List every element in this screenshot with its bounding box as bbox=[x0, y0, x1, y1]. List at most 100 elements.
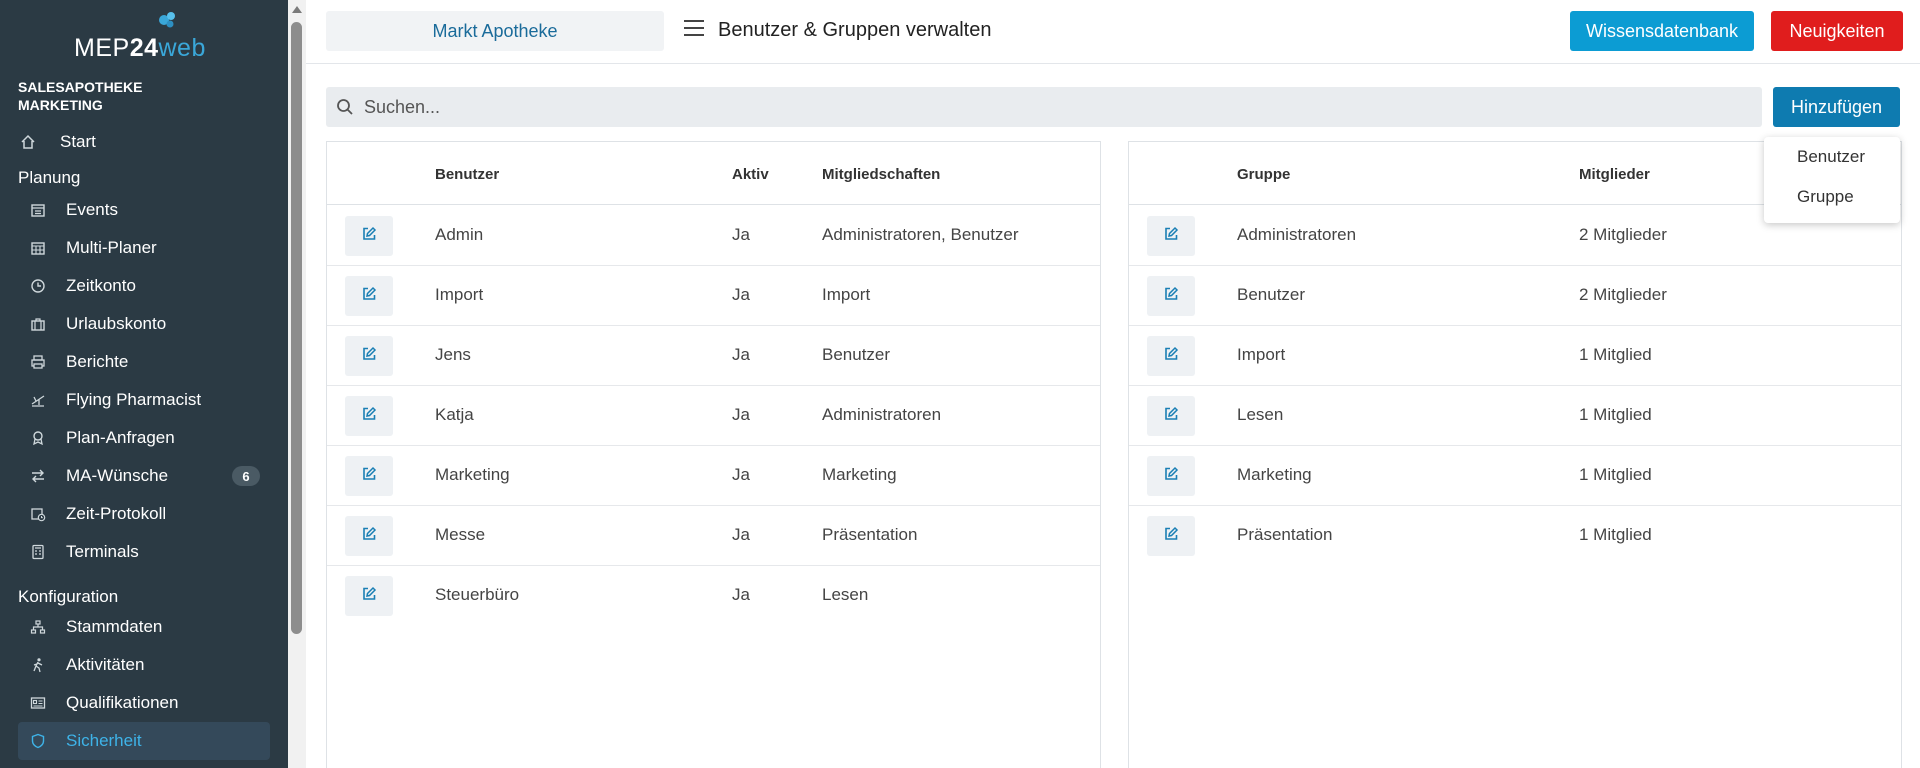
edit-button[interactable] bbox=[345, 276, 393, 316]
sidebar-item-urlaubskonto[interactable]: Urlaubskonto bbox=[18, 305, 270, 343]
sidebar-item-label: Aktivitäten bbox=[66, 655, 145, 674]
award-icon bbox=[28, 428, 48, 448]
table-cell: Lesen bbox=[822, 585, 869, 604]
edit-button[interactable] bbox=[345, 576, 393, 616]
edit-button[interactable] bbox=[345, 396, 393, 436]
sidebar-item-aktivitaeten[interactable]: Aktivitäten bbox=[18, 646, 270, 684]
page-title: Benutzer & Gruppen verwalten bbox=[718, 19, 992, 41]
sidebar-item-stammdaten[interactable]: Stammdaten bbox=[18, 608, 270, 646]
column-header-benutzer[interactable]: Benutzer bbox=[435, 166, 499, 183]
edit-button[interactable] bbox=[345, 456, 393, 496]
table-row[interactable]: Messe Ja Präsentation bbox=[327, 506, 1100, 566]
table-cell: 1 Mitglied bbox=[1579, 405, 1652, 424]
menu-toggle-icon[interactable] bbox=[684, 20, 704, 36]
table-cell: Benutzer bbox=[1237, 285, 1306, 304]
table-row[interactable]: Steuerbüro Ja Lesen bbox=[327, 566, 1100, 626]
sidebar: MEP24web SALESAPOTHEKE MARKETING Start P… bbox=[0, 0, 288, 768]
table-cell: Präsentation bbox=[1237, 525, 1333, 544]
edit-button[interactable] bbox=[1147, 516, 1195, 556]
sidebar-item-label: Sicherheit bbox=[66, 731, 142, 750]
table-cell: 2 Mitglieder bbox=[1579, 285, 1667, 304]
sidebar-item-ma-wuensche[interactable]: MA-Wünsche 6 bbox=[18, 457, 270, 495]
edit-icon bbox=[361, 346, 377, 367]
clock-icon bbox=[28, 276, 48, 296]
table-row[interactable]: Jens Ja Benutzer bbox=[327, 326, 1100, 386]
edit-icon bbox=[361, 466, 377, 487]
sidebar-item-start[interactable]: Start bbox=[18, 123, 270, 161]
wissensdatenbank-button[interactable]: Wissensdatenbank bbox=[1570, 11, 1754, 51]
column-header-mitglieder[interactable]: Mitglieder bbox=[1579, 166, 1650, 183]
table-row[interactable]: Import Ja Import bbox=[327, 266, 1100, 326]
dropdown-item-benutzer[interactable]: Benutzer bbox=[1797, 147, 1865, 167]
hierarchy-icon bbox=[28, 617, 48, 637]
sidebar-item-label: Zeit-Protokoll bbox=[66, 504, 167, 523]
sidebar-section-title: Konfiguration bbox=[18, 587, 119, 606]
table-row[interactable]: Lesen 1 Mitglied bbox=[1129, 386, 1901, 446]
table-cell: Import bbox=[822, 285, 871, 304]
edit-button[interactable] bbox=[345, 516, 393, 556]
calendar-grid-icon bbox=[28, 238, 48, 258]
sidebar-item-label: Plan-Anfragen bbox=[66, 428, 175, 447]
app-logo[interactable]: MEP24web bbox=[74, 10, 216, 62]
search-input[interactable] bbox=[364, 96, 1744, 118]
table-header: Benutzer Aktiv Mitgliedschaften bbox=[327, 142, 1100, 205]
table-cell: Ja bbox=[732, 405, 750, 424]
dropdown-item-gruppe[interactable]: Gruppe bbox=[1797, 187, 1854, 207]
edit-icon bbox=[361, 286, 377, 307]
table-row[interactable]: Marketing Ja Marketing bbox=[327, 446, 1100, 506]
table-cell: Ja bbox=[732, 465, 750, 484]
home-icon bbox=[18, 132, 38, 152]
sidebar-item-zeit-protokoll[interactable]: Zeit-Protokoll bbox=[18, 495, 270, 533]
sidebar-item-zeitkonto[interactable]: Zeitkonto bbox=[18, 267, 270, 305]
table-row[interactable]: Benutzer 2 Mitglieder bbox=[1129, 266, 1901, 326]
suitcase-icon bbox=[28, 314, 48, 334]
edit-icon bbox=[361, 586, 377, 607]
top-header: Markt Apotheke Benutzer & Gruppen verwal… bbox=[306, 0, 1920, 64]
sidebar-item-label: Berichte bbox=[66, 352, 129, 371]
printer-icon bbox=[28, 352, 48, 372]
search-bar[interactable] bbox=[326, 87, 1762, 127]
table-cell: 1 Mitglied bbox=[1579, 465, 1652, 484]
sidebar-item-sicherheit[interactable]: Sicherheit bbox=[18, 722, 270, 760]
scroll-up-arrow-icon[interactable] bbox=[292, 6, 302, 13]
table-cell: Ja bbox=[732, 345, 750, 364]
plane-icon bbox=[28, 390, 48, 410]
table-row[interactable]: Katja Ja Administratoren bbox=[327, 386, 1100, 446]
sidebar-item-label: Flying Pharmacist bbox=[66, 390, 202, 409]
id-card-icon bbox=[28, 693, 48, 713]
pharmacy-selector[interactable]: Markt Apotheke bbox=[326, 11, 664, 51]
sidebar-item-plan-anfragen[interactable]: Plan-Anfragen bbox=[18, 419, 270, 457]
edit-button[interactable] bbox=[1147, 216, 1195, 256]
table-cell: Marketing bbox=[1237, 465, 1312, 484]
logo-text: MEP24web bbox=[74, 34, 206, 62]
sidebar-item-flying-pharmacist[interactable]: Flying Pharmacist bbox=[18, 381, 270, 419]
table-cell: Administratoren bbox=[1237, 225, 1357, 244]
sidebar-item-label: Events bbox=[66, 200, 118, 219]
search-icon bbox=[336, 97, 356, 117]
edit-button[interactable] bbox=[1147, 396, 1195, 436]
edit-button[interactable] bbox=[1147, 456, 1195, 496]
neuigkeiten-button[interactable]: Neuigkeiten bbox=[1771, 11, 1903, 51]
edit-icon bbox=[1163, 466, 1179, 487]
sidebar-item-berichte[interactable]: Berichte bbox=[18, 343, 270, 381]
table-row[interactable]: Admin Ja Administratoren, Benutzer bbox=[327, 206, 1100, 266]
table-row[interactable]: Marketing 1 Mitglied bbox=[1129, 446, 1901, 506]
column-header-aktiv[interactable]: Aktiv bbox=[732, 166, 769, 183]
table-row[interactable]: Präsentation 1 Mitglied bbox=[1129, 506, 1901, 566]
edit-button[interactable] bbox=[345, 336, 393, 376]
sidebar-item-multi-planer[interactable]: Multi-Planer bbox=[18, 229, 270, 267]
scrollbar-thumb[interactable] bbox=[291, 22, 302, 634]
edit-button[interactable] bbox=[1147, 276, 1195, 316]
edit-button[interactable] bbox=[1147, 336, 1195, 376]
table-cell: Katja bbox=[435, 405, 474, 424]
sidebar-scrollbar[interactable] bbox=[288, 0, 306, 768]
table-row[interactable]: Import 1 Mitglied bbox=[1129, 326, 1901, 386]
edit-button[interactable] bbox=[345, 216, 393, 256]
column-header-mitgliedschaften[interactable]: Mitgliedschaften bbox=[822, 166, 940, 183]
sidebar-item-terminals[interactable]: Terminals bbox=[18, 533, 270, 571]
sidebar-item-qualifikationen[interactable]: Qualifikationen bbox=[18, 684, 270, 722]
sidebar-item-label: Start bbox=[60, 132, 96, 151]
sidebar-item-events[interactable]: Events bbox=[18, 191, 270, 229]
column-header-gruppe[interactable]: Gruppe bbox=[1237, 166, 1290, 183]
hinzufuegen-button[interactable]: Hinzufügen bbox=[1773, 87, 1900, 127]
